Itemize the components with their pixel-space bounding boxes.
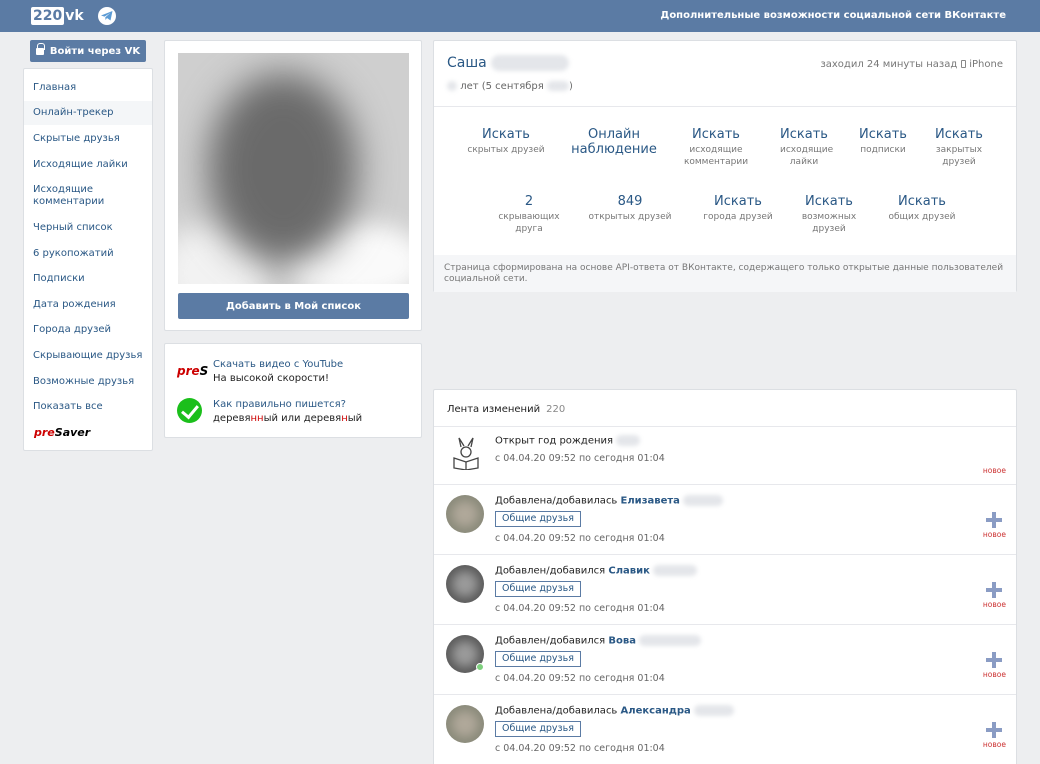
phone-icon <box>961 60 967 68</box>
logo-vk: vk <box>65 8 84 24</box>
plus-icon[interactable] <box>986 582 1002 598</box>
sidebar-item-home[interactable]: Главная <box>24 82 152 94</box>
presaver-logo[interactable]: preSaver <box>34 426 90 439</box>
plus-icon[interactable] <box>986 652 1002 668</box>
new-badge: новое <box>982 466 1006 475</box>
logo[interactable]: 220 vk <box>31 6 84 26</box>
online-indicator <box>476 663 484 671</box>
feed-item: Добавлена/добавилась Елизавета Общие дру… <box>434 485 1016 554</box>
profile-name: Саша <box>447 55 570 71</box>
sidebar: Главная Онлайн-трекер Скрытые друзья Исх… <box>23 68 153 451</box>
youtube-ad-line2: На высокой скорости! <box>213 373 330 384</box>
profile-photo <box>178 53 409 284</box>
new-badge: новое <box>982 740 1006 749</box>
login-vk-button[interactable]: Войти через VK <box>30 40 146 62</box>
sidebar-item-friends-cities[interactable]: Города друзей <box>24 324 152 336</box>
stat-open-friends[interactable]: 849 открытых друзей <box>582 194 678 223</box>
feed-count: 220 <box>546 404 566 415</box>
sidebar-item-show-all[interactable]: Показать все <box>24 401 152 413</box>
youtube-ad[interactable]: preS Скачать видео с YouTube На высокой … <box>177 358 343 386</box>
book-icon <box>453 437 479 470</box>
mutual-friends-button[interactable]: Общие друзья <box>495 581 581 597</box>
stat-friends-cities[interactable]: Искать города друзей <box>688 194 788 223</box>
stat-closed-friends[interactable]: Искать закрытых друзей <box>926 127 992 168</box>
api-note: Страница сформирована на основе API-отве… <box>434 255 1016 292</box>
spelling-ad-line2: деревянный или деревяный <box>213 413 363 424</box>
presaver-rest: Saver <box>54 426 91 439</box>
youtube-ad-line1[interactable]: Скачать видео с YouTube <box>213 358 343 372</box>
stat-hidden-friends[interactable]: Искать скрытых друзей <box>456 127 556 156</box>
stat-subscriptions[interactable]: Искать подписки <box>848 127 918 156</box>
mutual-friends-button[interactable]: Общие друзья <box>495 511 581 527</box>
new-badge: новое <box>982 670 1006 679</box>
sidebar-item-birthday[interactable]: Дата рождения <box>24 299 152 311</box>
telegram-icon[interactable] <box>98 7 116 25</box>
feed-item: Добавлен/добавился Вова Общие друзья с 0… <box>434 625 1016 694</box>
mutual-friends-button[interactable]: Общие друзья <box>495 651 581 667</box>
feed-item: Добавлен/добавился Славик Общие друзья с… <box>434 555 1016 624</box>
pres-icon-a: pre <box>177 364 200 378</box>
sidebar-item-outgoing-likes[interactable]: Исходящие лайки <box>24 159 152 171</box>
avatar[interactable] <box>446 705 484 743</box>
sidebar-item-possible-friends[interactable]: Возможные друзья <box>24 376 152 388</box>
login-label: Войти через VK <box>49 45 141 57</box>
stat-outgoing-likes[interactable]: Искать исходящие лайки <box>768 127 840 168</box>
stat-mutual-friends[interactable]: Искать общих друзей <box>874 194 970 223</box>
lock-icon <box>35 42 45 56</box>
changes-feed: Лента изменений 220 Открыт год рождения с… <box>433 389 1017 764</box>
checkmark-icon <box>177 398 202 423</box>
sidebar-item-hiding-friends[interactable]: Скрывающие друзья <box>24 350 152 362</box>
stat-possible-friends[interactable]: Искать возможных друзей <box>796 194 862 235</box>
profile-age: лет (5 сентября ) <box>447 81 573 92</box>
new-badge: новое <box>982 530 1006 539</box>
logo-box: 220 <box>31 7 65 25</box>
site-tagline: Дополнительные возможности социальной се… <box>660 10 1006 21</box>
add-to-my-list-button[interactable]: Добавить в Мой список <box>178 293 409 319</box>
sidebar-item-hidden-friends[interactable]: Скрытые друзья <box>24 133 152 145</box>
spelling-ad-line1[interactable]: Как правильно пишется? <box>213 398 362 412</box>
feed-title: Лента изменений 220 <box>447 404 566 415</box>
profile-card: Саша лет (5 сентября ) заходил 24 минуты… <box>433 40 1017 292</box>
sidebar-item-blacklist[interactable]: Черный список <box>24 222 152 234</box>
feed-item: Открыт год рождения с 04.04.20 09:52 по … <box>434 427 1016 484</box>
stat-online-watch[interactable]: Онлайн наблюдение <box>564 127 664 157</box>
avatar[interactable] <box>446 565 484 603</box>
profile-photo-card: Добавить в Мой список <box>164 40 422 331</box>
presaver-pre: pre <box>34 426 55 439</box>
sidebar-item-six-handshakes[interactable]: 6 рукопожатий <box>24 248 152 260</box>
presaver-icon: preS <box>177 364 208 378</box>
sidebar-item-subscriptions[interactable]: Подписки <box>24 273 152 285</box>
feed-item: Добавлена/добавилась Александра Общие др… <box>434 695 1016 764</box>
sidebar-item-outgoing-comments[interactable]: Исходящие комментарии <box>24 184 124 208</box>
spelling-ad[interactable]: Как правильно пишется? деревянный или де… <box>177 398 362 426</box>
pres-icon-b: S <box>199 364 209 378</box>
plus-icon[interactable] <box>986 512 1002 528</box>
plus-icon[interactable] <box>986 722 1002 738</box>
stat-hiding-friends[interactable]: 2 скрывающих друга <box>486 194 572 235</box>
last-seen: заходил 24 минуты назад iPhone <box>820 59 1003 70</box>
top-bar: 220 vk Дополнительные возможности социал… <box>0 0 1040 32</box>
avatar[interactable] <box>446 495 484 533</box>
new-badge: новое <box>982 600 1006 609</box>
sidebar-item-online-tracker[interactable]: Онлайн-трекер <box>24 101 152 125</box>
stat-outgoing-comments[interactable]: Искать исходящие комментарии <box>674 127 758 168</box>
mutual-friends-button[interactable]: Общие друзья <box>495 721 581 737</box>
ads-card: preS Скачать видео с YouTube На высокой … <box>164 343 422 438</box>
